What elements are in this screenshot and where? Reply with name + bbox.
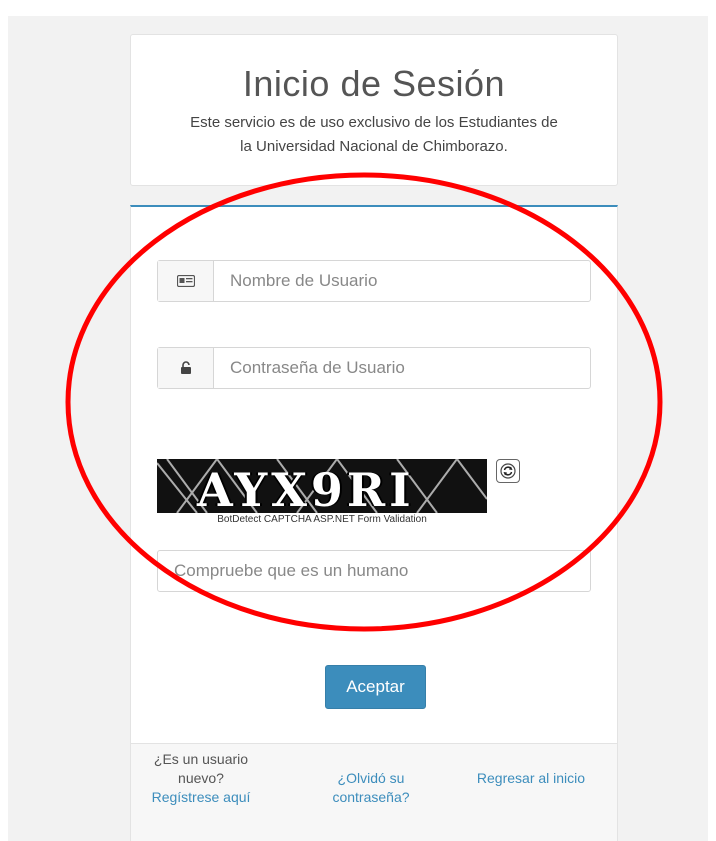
captcha-image: AYX9RI (157, 459, 487, 513)
register-link[interactable]: Regístrese aquí (152, 789, 251, 805)
back-home-block: Regresar al inicio (451, 769, 611, 788)
username-input[interactable] (214, 261, 590, 301)
right-white-strip (708, 0, 716, 841)
forgot-line-2[interactable]: contraseña? (311, 788, 431, 807)
page-subtitle: Este servicio es de uso exclusivo de los… (159, 111, 589, 159)
page-title: Inicio de Sesión (242, 63, 506, 104)
subtitle-line-2: la Universidad Nacional de Chimborazo. (240, 138, 508, 155)
username-group (157, 260, 591, 302)
back-home-link[interactable]: Regresar al inicio (477, 770, 585, 786)
password-group (157, 347, 591, 389)
forgot-line-1[interactable]: ¿Olvidó su (311, 769, 431, 788)
id-card-icon (158, 261, 214, 301)
captcha-text: AYX9RI (197, 463, 415, 513)
new-user-block: ¿Es un usuario nuevo? Regístrese aquí (141, 750, 261, 807)
password-input[interactable] (214, 348, 590, 388)
subtitle-line-1: Este servicio es de uso exclusivo de los… (190, 114, 558, 131)
forgot-password-link[interactable]: ¿Olvidó su contraseña? (311, 769, 431, 807)
top-white-strip (0, 0, 716, 16)
human-verification-input[interactable] (157, 550, 591, 592)
login-header-card: Inicio de Sesión Este servicio es de uso… (130, 34, 618, 186)
new-user-line-2: nuevo? (178, 770, 224, 786)
footer-links: ¿Es un usuario nuevo? Regístrese aquí ¿O… (130, 744, 618, 841)
reload-icon[interactable] (496, 459, 520, 483)
unlock-icon (158, 348, 214, 388)
accept-button[interactable]: Aceptar (325, 665, 426, 709)
captcha-caption: BotDetect CAPTCHA ASP.NET Form Validatio… (157, 513, 487, 526)
captcha-block: AYX9RI BotDetect CAPTCHA ASP.NET Form Va… (157, 459, 491, 526)
left-white-strip (0, 0, 8, 841)
new-user-line-1: ¿Es un usuario (153, 751, 249, 767)
